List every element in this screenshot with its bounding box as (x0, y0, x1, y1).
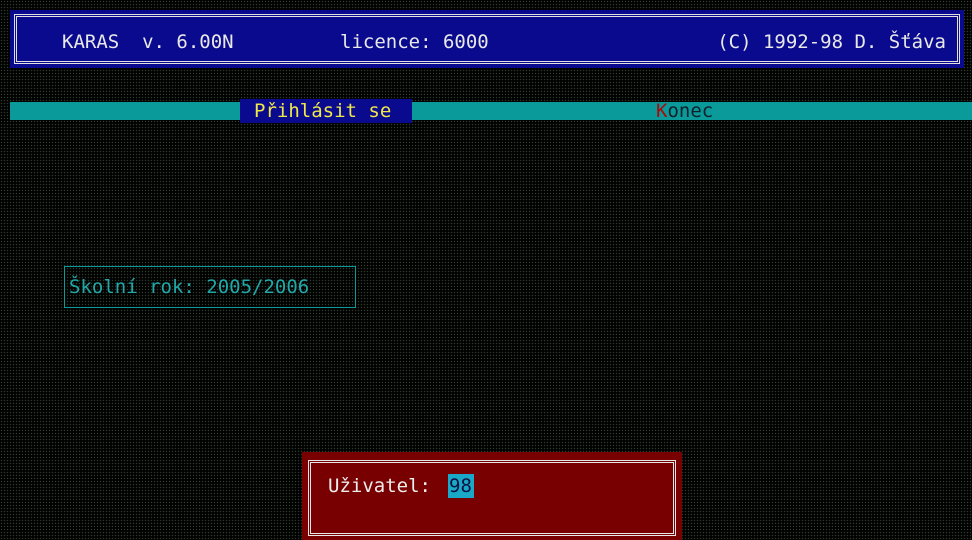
title-bar: KARAS v. 6.00N licence: 6000 (C) 1992-98… (10, 10, 964, 68)
menu-item-login[interactable]: Přihlásit se (240, 99, 412, 123)
login-dialog-frame (308, 460, 676, 536)
menu-item-quit-label: onec (667, 100, 714, 122)
user-label: Uživatel: (328, 475, 431, 497)
app-name: KARAS v. 6.00N (62, 31, 234, 53)
menu-bar: Přihlásit se Konec (10, 99, 972, 123)
licence-text: licence: 6000 (340, 31, 489, 53)
menu-item-quit[interactable]: Konec (656, 99, 713, 123)
login-dialog: Uživatel: (302, 452, 682, 540)
user-input[interactable] (448, 474, 474, 498)
copyright-text: (C) 1992-98 D. Šťáva (717, 31, 946, 53)
school-year-box: Školní rok: 2005/2006 (64, 266, 356, 308)
menu-item-quit-hotkey: K (656, 100, 668, 122)
